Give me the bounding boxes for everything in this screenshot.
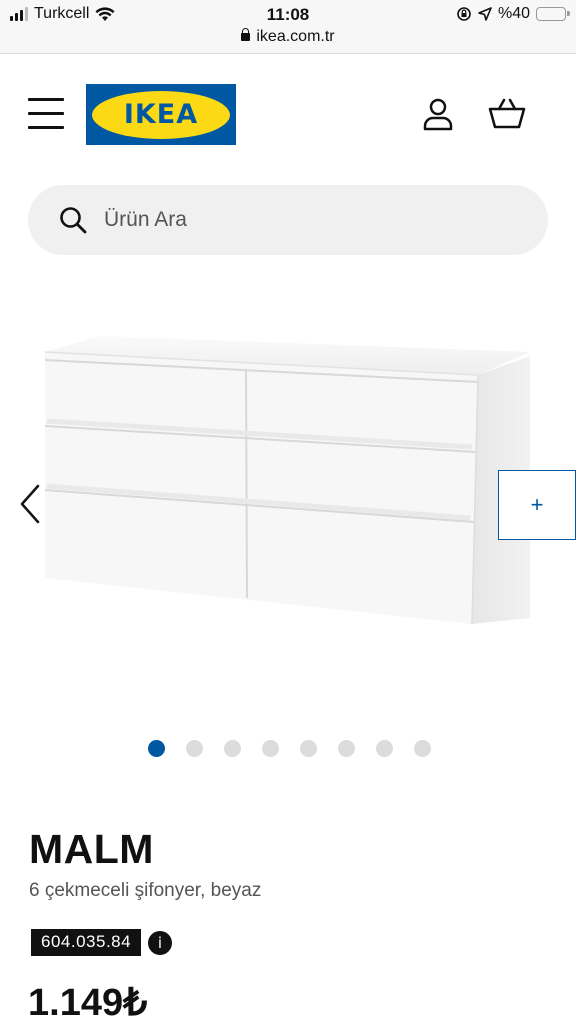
address-bar[interactable]: ikea.com.tr: [0, 28, 576, 46]
info-icon[interactable]: i: [148, 931, 172, 955]
url-text: ikea.com.tr: [256, 28, 335, 45]
product-title: MALM: [29, 826, 154, 872]
menu-icon[interactable]: [28, 98, 64, 134]
orientation-lock-icon: [457, 7, 471, 21]
location-arrow-icon: [478, 7, 492, 21]
pagination-dot[interactable]: [186, 740, 203, 757]
zoom-plus-button[interactable]: +: [498, 470, 576, 540]
battery-percent: %40: [497, 5, 530, 22]
search-icon: [60, 207, 87, 234]
product-description: 6 çekmeceli şifonyer, beyaz: [29, 880, 262, 901]
logo-oval: IKEA: [92, 90, 230, 139]
lock-icon: [241, 28, 251, 41]
pagination-dot[interactable]: [148, 740, 165, 757]
pagination-dot[interactable]: [376, 740, 393, 757]
status-right: %40: [456, 5, 570, 23]
pagination-dot[interactable]: [300, 740, 317, 757]
user-icon[interactable]: [418, 94, 458, 134]
ikea-logo[interactable]: IKEA: [86, 84, 236, 145]
basket-icon[interactable]: [487, 94, 527, 134]
product-price: 1.149₺: [28, 982, 148, 1024]
logo-text: IKEA: [123, 99, 199, 130]
status-bar: Turkcell 11:08 ikea.com.tr %40: [0, 0, 576, 54]
site-header: IKEA: [0, 54, 576, 174]
pagination-dot[interactable]: [224, 740, 241, 757]
pagination-dot[interactable]: [414, 740, 431, 757]
battery-icon: [536, 7, 570, 21]
pagination-dot[interactable]: [262, 740, 279, 757]
search-placeholder: Ürün Ara: [104, 208, 187, 231]
gallery-pagination: [148, 740, 431, 757]
product-gallery[interactable]: +: [0, 300, 576, 720]
chevron-left-icon[interactable]: [14, 482, 44, 526]
article-number: 604.035.84: [31, 929, 142, 956]
search-bar[interactable]: Ürün Ara: [28, 185, 548, 255]
product-image[interactable]: [0, 300, 576, 720]
pagination-dot[interactable]: [338, 740, 355, 757]
